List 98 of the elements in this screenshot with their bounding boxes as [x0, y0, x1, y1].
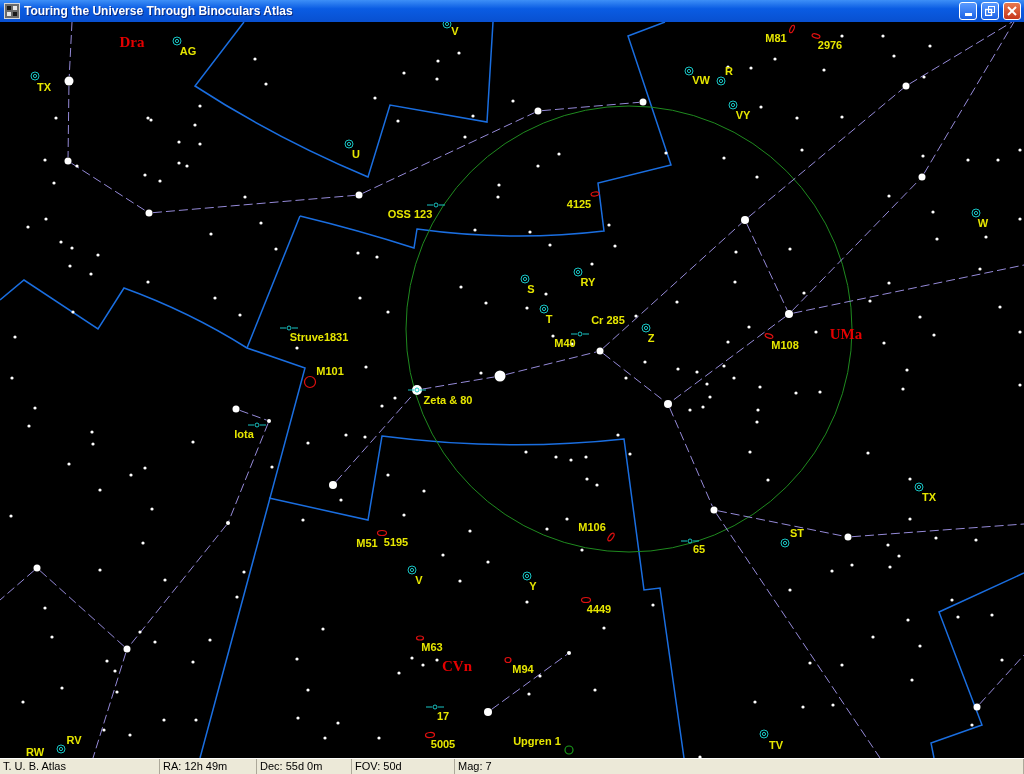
variable-star-icon	[759, 729, 769, 739]
double-star-icon	[425, 704, 445, 710]
object-label: V	[451, 25, 459, 37]
object-label: 2976	[817, 39, 843, 51]
variable-star-icon	[539, 304, 549, 314]
object-label: M40	[554, 337, 576, 349]
constellation-line	[0, 570, 35, 601]
variable-star-icon	[30, 71, 40, 81]
status-bar-panel: Mag: 7	[455, 759, 1024, 774]
object-label: RY	[580, 276, 596, 288]
object-label: Iota	[234, 428, 254, 440]
object-label: Cr 285	[591, 314, 625, 326]
variable-star-icon	[641, 323, 651, 333]
object-label: S	[527, 283, 535, 295]
variable-star-icon	[780, 538, 790, 548]
app-icon[interactable]	[4, 3, 20, 19]
galaxy-icon	[303, 375, 317, 389]
object-label: M51	[356, 537, 378, 549]
star-map[interactable]: V Dra M81 2976 AG R VW TX VY U 4125 OSS 123 W RY S T Cr 285 Struve1831 M40 Z M108 UMa M101 Zeta & 80 Iota TX M106 ST M51 5195 65 V Y 4449 M63 CVn M94 17 RV 5005 Upgren 1 TV RW	[0, 22, 1024, 758]
object-label: M101	[316, 365, 344, 377]
variable-star-icon	[971, 208, 981, 218]
galaxy-icon	[811, 33, 821, 39]
close-icon	[1007, 6, 1017, 16]
object-label: OSS 123	[387, 208, 433, 220]
object-label: TV	[768, 739, 784, 751]
object-label: Upgren 1	[513, 735, 561, 747]
object-label: M108	[771, 339, 799, 351]
constellation-label: UMa	[829, 326, 863, 342]
galaxy-icon	[764, 333, 774, 339]
object-label: Struve1831	[289, 331, 349, 343]
close-button[interactable]	[1003, 2, 1021, 20]
constellation-label: CVn	[442, 658, 472, 674]
object-label: Y	[529, 580, 537, 592]
object-label: RW	[25, 746, 45, 758]
object-label: V	[415, 574, 423, 586]
status-bar-panel: T. U. B. Atlas	[0, 759, 160, 774]
object-label: T	[545, 313, 553, 325]
window-title: Touring the Universe Through Binoculars Atlas	[24, 5, 293, 17]
minimize-icon	[964, 13, 972, 16]
double-star-icon	[680, 538, 700, 544]
variable-star-icon	[728, 100, 738, 110]
variable-star-icon	[344, 139, 354, 149]
status-bar-panel: RA: 12h 49m	[160, 759, 257, 774]
object-label: Zeta & 80	[423, 394, 473, 406]
object-label: 5195	[383, 536, 409, 548]
object-label: W	[977, 217, 989, 229]
object-label: VY	[735, 109, 751, 121]
galaxy-icon	[590, 191, 600, 197]
variable-star-icon	[520, 274, 530, 284]
star-cluster-icon	[564, 745, 574, 755]
object-label: M106	[578, 521, 606, 533]
object-label: U	[352, 148, 360, 160]
double-star-icon	[247, 422, 267, 428]
object-label: 5005	[430, 738, 456, 750]
double-star-icon	[426, 202, 446, 208]
variable-star-icon	[914, 482, 924, 492]
minimize-button[interactable]	[959, 2, 977, 20]
variable-star-icon	[172, 36, 182, 46]
object-label: 4125	[566, 198, 592, 210]
object-label: VW	[692, 74, 710, 86]
galaxy-icon	[580, 596, 592, 604]
object-label: 65	[692, 543, 706, 555]
status-bar-panel: Dec: 55d 0m	[257, 759, 352, 774]
constellation-line	[602, 352, 665, 402]
constellation-line	[979, 654, 1024, 705]
constellation-label: Dra	[119, 34, 145, 50]
object-label: Z	[647, 332, 655, 344]
variable-star-icon	[442, 22, 452, 29]
object-label: M94	[512, 663, 534, 675]
variable-star-icon	[716, 76, 726, 86]
restore-button[interactable]	[981, 2, 999, 20]
double-star-icon	[570, 331, 590, 337]
status-bar-panel: FOV: 50d	[352, 759, 455, 774]
object-label: RV	[66, 734, 82, 746]
double-star-icon	[279, 325, 299, 331]
object-label: M81	[765, 32, 787, 44]
galaxy-icon	[415, 635, 425, 641]
object-label: M63	[421, 641, 443, 653]
object-label: R	[725, 65, 733, 77]
galaxy-icon	[607, 532, 615, 542]
variable-star-icon	[407, 565, 417, 575]
galaxy-icon	[789, 24, 795, 34]
double-star-icon	[407, 387, 427, 393]
variable-star-icon	[684, 66, 694, 76]
constellation-line	[68, 22, 73, 77]
variable-star-icon	[56, 744, 66, 754]
variable-star-icon	[522, 571, 532, 581]
object-label: TX	[36, 81, 52, 93]
object-label: AG	[179, 45, 197, 57]
object-label: TX	[921, 491, 937, 503]
galaxy-icon	[424, 731, 436, 739]
variable-star-icon	[573, 267, 583, 277]
galaxy-icon	[504, 656, 512, 664]
object-label: 4449	[586, 603, 612, 615]
galaxy-icon	[376, 529, 388, 537]
object-label: 17	[436, 710, 450, 722]
object-label: ST	[789, 527, 805, 539]
restore-icon	[985, 6, 995, 16]
